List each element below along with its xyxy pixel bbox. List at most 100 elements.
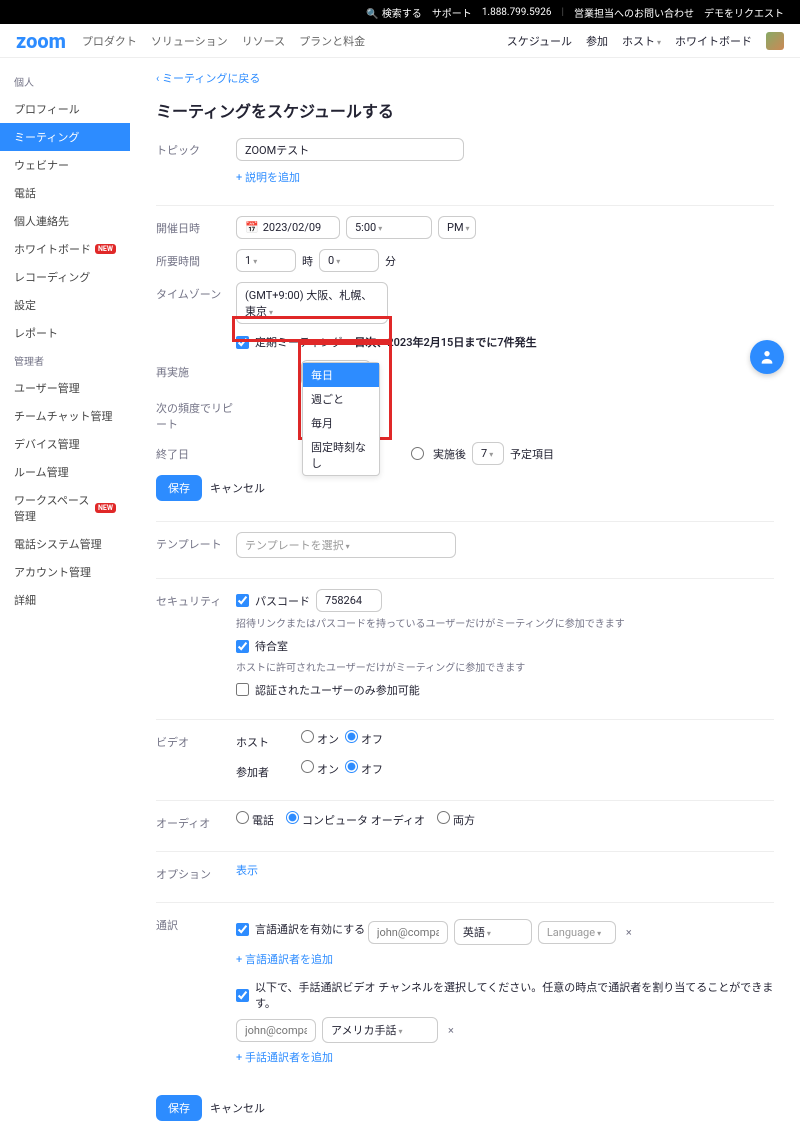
passcode-checkbox[interactable] [236, 594, 249, 607]
sign-interp-note: 以下で、手話通訳ビデオ チャンネルを選択してください。任意の時点で通訳者を割り当… [255, 979, 774, 1011]
label-video: ビデオ [156, 730, 236, 750]
cancel-button[interactable]: キャンセル [202, 475, 273, 501]
audio-phone[interactable]: 電話 [236, 811, 274, 828]
nav-resource[interactable]: リソース [242, 33, 285, 49]
sidebar-item[interactable]: ウェビナー [0, 151, 130, 179]
date-input[interactable]: 📅 2023/02/09 [236, 216, 340, 239]
sidebar-item[interactable]: レコーディング [0, 263, 130, 291]
sidebar-item[interactable]: プロフィール [0, 95, 130, 123]
sidebar-item[interactable]: 設定 [0, 291, 130, 319]
host-video-off[interactable]: オフ [345, 730, 383, 747]
sidebar-item[interactable]: レポート [0, 319, 130, 347]
nav-product[interactable]: プロダクト [82, 33, 137, 49]
separator: | [562, 7, 564, 18]
passcode-hint: 招待リンクまたはパスコードを持っているユーザーだけがミーティングに参加できます [236, 615, 774, 630]
participant-video-on[interactable]: オン [301, 760, 339, 777]
save-button[interactable]: 保存 [156, 475, 202, 501]
lang-interp-email[interactable] [368, 921, 448, 944]
nav-whiteboard[interactable]: ホワイトボード [675, 33, 752, 49]
sidebar-item[interactable]: アカウント管理 [0, 558, 130, 586]
new-badge: NEW [95, 244, 116, 254]
host-video-on[interactable]: オン [301, 730, 339, 747]
label-options: オプション [156, 862, 236, 882]
sidebar-item[interactable]: ルーム管理 [0, 458, 130, 486]
recurrence-option[interactable]: 固定時刻なし [303, 435, 379, 475]
topic-input[interactable] [236, 138, 464, 161]
label-repeat-freq: 次の頻度でリピート [156, 396, 236, 432]
timezone-select[interactable]: (GMT+9:00) 大阪、札幌、東京 [236, 282, 388, 324]
waiting-room-checkbox[interactable] [236, 640, 249, 653]
support-link[interactable]: サポート [432, 5, 472, 20]
participant-video-off[interactable]: オフ [345, 760, 383, 777]
contact-sales-link[interactable]: 営業担当へのお問い合わせ [574, 5, 694, 20]
authenticated-checkbox[interactable] [236, 683, 249, 696]
waiting-room-label: 待合室 [255, 638, 288, 654]
label-duration: 所要時間 [156, 249, 236, 269]
add-description-link[interactable]: + 説明を追加 [236, 171, 300, 184]
help-fab[interactable] [750, 340, 784, 374]
sidebar-section-personal: 個人 [0, 68, 130, 95]
sidebar-item[interactable]: ホワイトボードNEW [0, 235, 130, 263]
avatar[interactable] [766, 32, 784, 50]
label-topic: トピック [156, 138, 236, 158]
remove-lang-interp-icon[interactable]: × [622, 926, 636, 939]
label-audio: オーディオ [156, 811, 236, 831]
add-lang-interp-link[interactable]: + 言語通訳者を追加 [236, 953, 333, 966]
recurrence-dropdown[interactable]: 毎日週ごと毎月固定時刻なし [302, 362, 380, 476]
recurring-checkbox[interactable] [236, 336, 249, 349]
sidebar-item[interactable]: デバイス管理 [0, 430, 130, 458]
sidebar-item[interactable]: ワークスペース管理NEW [0, 486, 130, 530]
nav-host[interactable]: ホスト [622, 33, 661, 49]
sidebar-item[interactable]: 詳細 [0, 586, 130, 614]
sidebar-item[interactable]: 電話システム管理 [0, 530, 130, 558]
ampm-select[interactable]: PM [438, 216, 476, 239]
passcode-input[interactable] [316, 589, 382, 612]
recurrence-option[interactable]: 毎月 [303, 411, 379, 435]
recurrence-option[interactable]: 週ごと [303, 387, 379, 411]
recurrence-option[interactable]: 毎日 [303, 363, 379, 387]
sidebar-section-admin: 管理者 [0, 347, 130, 374]
lang-interp-checkbox[interactable] [236, 923, 249, 936]
zoom-logo[interactable]: zoom [16, 29, 66, 53]
audio-both[interactable]: 両方 [437, 811, 475, 828]
lang-to-select[interactable]: Language [538, 921, 616, 944]
nav-solution[interactable]: ソリューション [151, 33, 228, 49]
sidebar-item[interactable]: ユーザー管理 [0, 374, 130, 402]
label-end-date: 終了日 [156, 442, 236, 462]
sidebar-item[interactable]: チームチャット管理 [0, 402, 130, 430]
sign-interp-checkbox[interactable] [236, 989, 249, 1002]
search-link[interactable]: 検索する [366, 5, 421, 20]
sidebar-item[interactable]: 個人連絡先 [0, 207, 130, 235]
nav-join[interactable]: 参加 [586, 33, 608, 49]
request-demo-link[interactable]: デモをリクエスト [704, 5, 784, 20]
duration-hr-select[interactable]: 1 [236, 249, 296, 272]
lang-from-select[interactable]: 英語 [454, 919, 532, 945]
end-by-occurrence-radio[interactable]: 実施後 [411, 446, 466, 462]
save-button-bottom[interactable]: 保存 [156, 1095, 202, 1121]
help-icon [759, 349, 775, 365]
new-badge: NEW [95, 503, 116, 513]
back-to-meetings-link[interactable]: ‹ ミーティングに戻る [156, 72, 260, 85]
audio-computer[interactable]: コンピュータ オーディオ [286, 811, 425, 828]
sidebar-item[interactable]: 電話 [0, 179, 130, 207]
nav-plan[interactable]: プランと料金 [299, 33, 365, 49]
sign-interp-email[interactable] [236, 1019, 316, 1042]
add-sign-interp-link[interactable]: + 手話通訳者を追加 [236, 1051, 333, 1064]
nav-schedule[interactable]: スケジュール [507, 33, 572, 49]
occurrence-count-select[interactable]: 7 [472, 442, 504, 465]
sign-lang-select[interactable]: アメリカ手話 [322, 1017, 438, 1043]
template-select[interactable]: テンプレートを選択 [236, 532, 456, 558]
global-header: zoom プロダクト ソリューション リソース プランと料金 スケジュール 参加… [0, 24, 800, 58]
support-phone[interactable]: 1.888.799.5926 [482, 7, 552, 18]
remove-sign-interp-icon[interactable]: × [444, 1024, 458, 1037]
duration-min-select[interactable]: 0 [319, 249, 379, 272]
options-show-link[interactable]: 表示 [236, 864, 258, 877]
sidebar-item[interactable]: ミーティング [0, 123, 130, 151]
time-select[interactable]: 5:00 [346, 216, 432, 239]
nav-right: スケジュール 参加 ホスト ホワイトボード [507, 32, 784, 50]
cancel-button-bottom[interactable]: キャンセル [202, 1095, 273, 1121]
waiting-room-hint: ホストに許可されたユーザーだけがミーティングに参加できます [236, 659, 774, 674]
label-min-unit: 分 [385, 253, 396, 269]
recurring-summary: 日次、2023年2月15日までに7件発生 [354, 334, 536, 350]
recurring-label: 定期ミーティング [255, 334, 342, 350]
